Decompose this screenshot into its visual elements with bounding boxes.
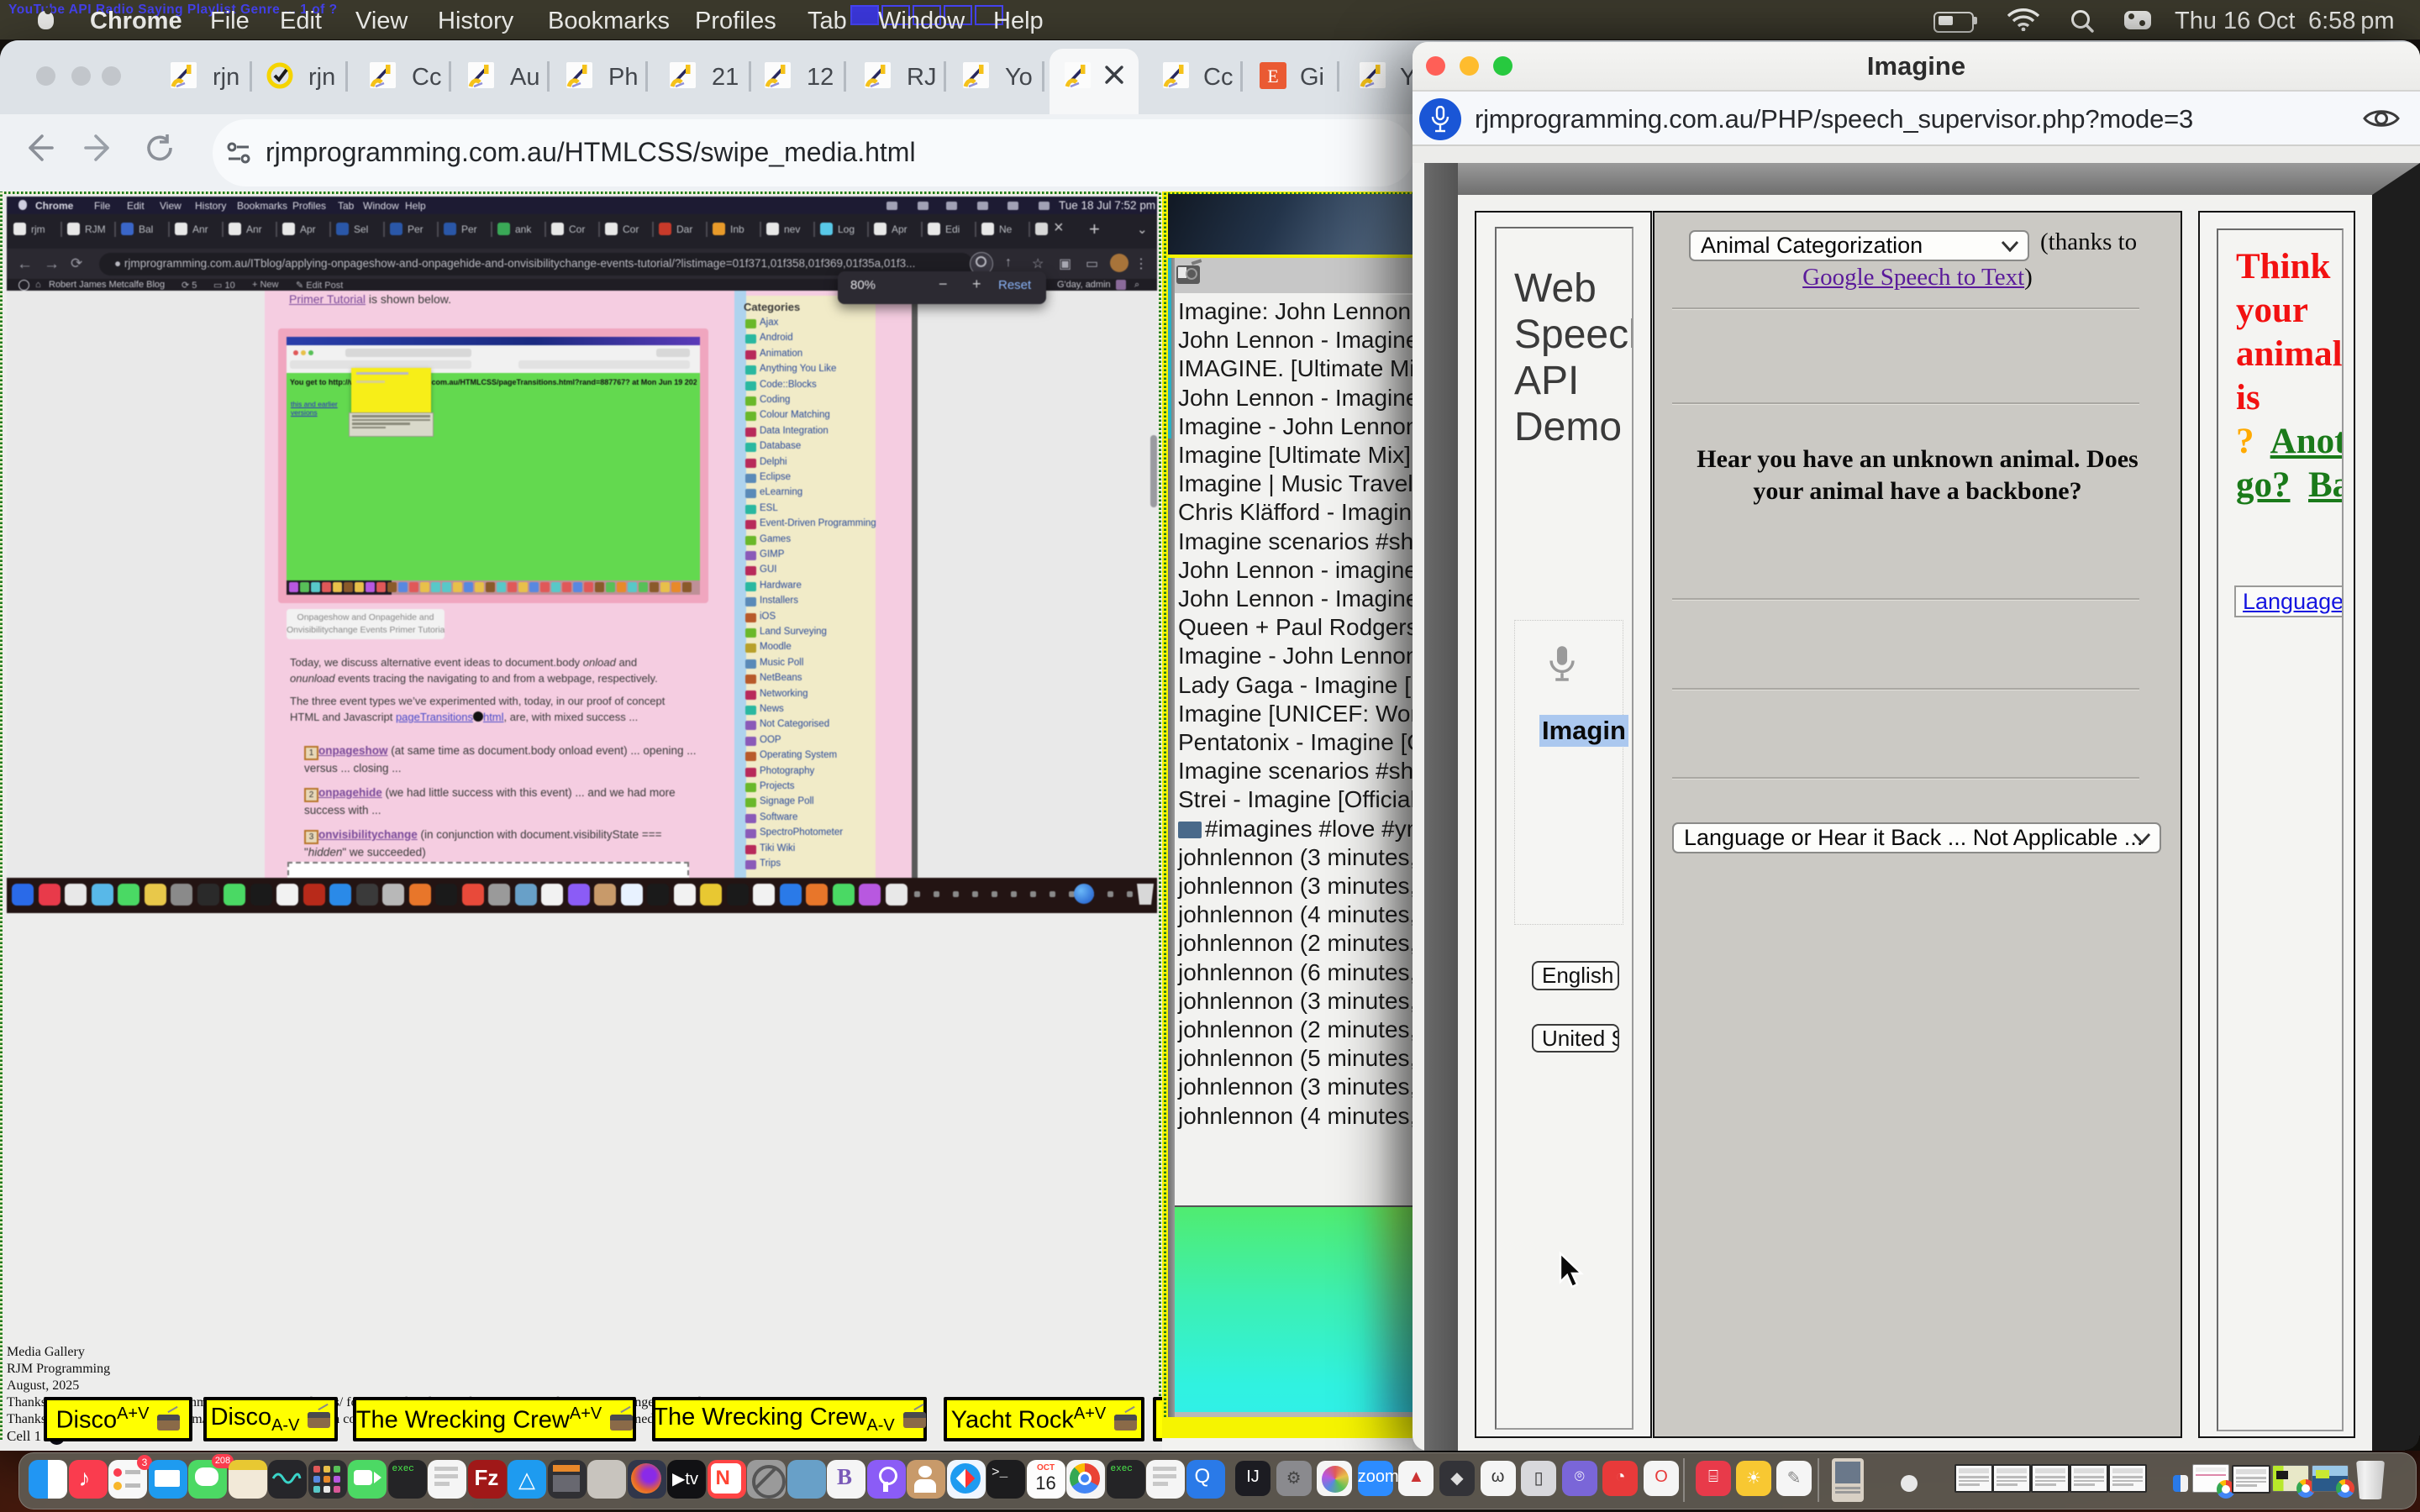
svg-text:E: E [1267, 66, 1278, 87]
